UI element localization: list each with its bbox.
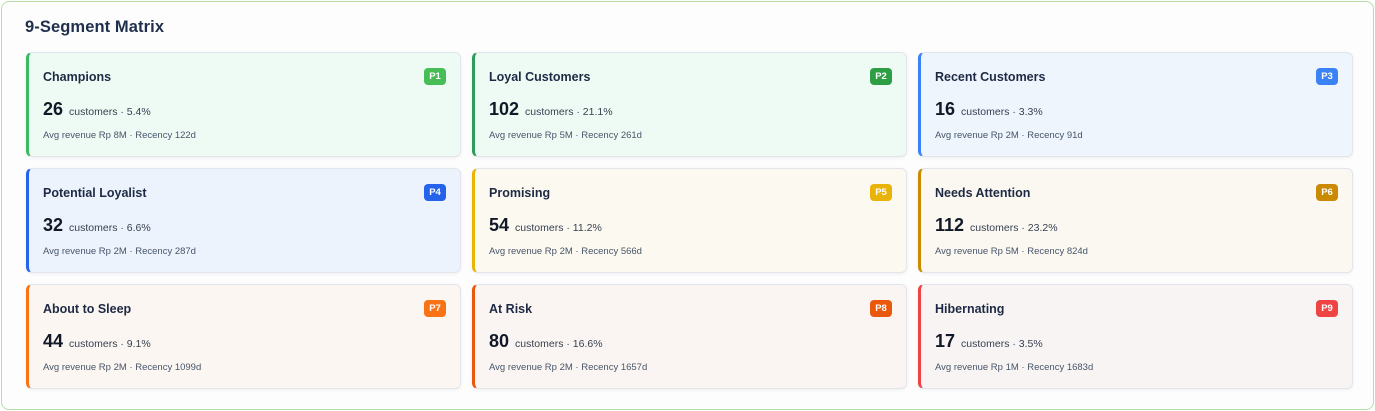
priority-badge: P7 (424, 300, 446, 317)
segment-detail: Avg revenue Rp 2M · Recency 91d (935, 130, 1083, 141)
segment-card-at-risk[interactable]: At Risk P8 80 customers · 16.6% Avg reven… (472, 284, 907, 389)
segment-detail: Avg revenue Rp 2M · Recency 566d (489, 246, 642, 257)
priority-badge: P6 (1316, 184, 1338, 201)
segment-name: Potential Loyalist (43, 186, 147, 200)
customer-share: customers · 23.2% (970, 222, 1058, 234)
segment-name: Hibernating (935, 302, 1005, 316)
customer-share: customers · 9.1% (69, 338, 151, 350)
segment-stats: 54 customers · 11.2% (489, 215, 602, 236)
segment-card-needs-attention[interactable]: Needs Attention P6 112 customers · 23.2% … (918, 168, 1353, 273)
segment-name: Champions (43, 70, 112, 84)
customer-count: 44 (43, 331, 64, 351)
priority-badge: P5 (870, 184, 892, 201)
segment-detail: Avg revenue Rp 2M · Recency 1657d (489, 362, 648, 373)
segment-stats: 80 customers · 16.6% (489, 331, 603, 352)
segment-name: Needs Attention (935, 186, 1031, 200)
segment-stats: 112 customers · 23.2% (935, 215, 1058, 236)
segment-card-hibernating[interactable]: Hibernating P9 17 customers · 3.5% Avg re… (918, 284, 1353, 389)
priority-badge: P1 (424, 68, 446, 85)
segment-stats: 32 customers · 6.6% (43, 215, 151, 236)
segment-stats: 44 customers · 9.1% (43, 331, 151, 352)
segment-card-recent-customers[interactable]: Recent Customers P3 16 customers · 3.3% A… (918, 52, 1353, 157)
segment-matrix-panel: 9-Segment Matrix Champions P1 26 customer… (1, 1, 1374, 410)
priority-badge: P3 (1316, 68, 1338, 85)
segment-card-loyal-customers[interactable]: Loyal Customers P2 102 customers · 21.1% … (472, 52, 907, 157)
customer-count: 16 (935, 99, 956, 119)
customer-share: customers · 3.3% (961, 106, 1043, 118)
panel-title: 9-Segment Matrix (25, 18, 165, 36)
customer-share: customers · 11.2% (515, 222, 602, 234)
customer-count: 26 (43, 99, 64, 119)
segment-card-promising[interactable]: Promising P5 54 customers · 11.2% Avg rev… (472, 168, 907, 273)
segment-stats: 102 customers · 21.1% (489, 99, 613, 120)
segment-detail: Avg revenue Rp 8M · Recency 122d (43, 130, 196, 141)
segment-name: Recent Customers (935, 70, 1046, 84)
priority-badge: P4 (424, 184, 446, 201)
segment-detail: Avg revenue Rp 5M · Recency 261d (489, 130, 642, 141)
segment-name: At Risk (489, 302, 533, 316)
segment-card-champions[interactable]: Champions P1 26 customers · 5.4% Avg reve… (26, 52, 461, 157)
customer-share: customers · 16.6% (515, 338, 603, 350)
priority-badge: P9 (1316, 300, 1338, 317)
segment-name: Loyal Customers (489, 70, 591, 84)
customer-share: customers · 21.1% (525, 106, 613, 118)
segment-stats: 17 customers · 3.5% (935, 331, 1043, 352)
customer-share: customers · 3.5% (961, 338, 1043, 350)
segment-card-potential-loyalist[interactable]: Potential Loyalist P4 32 customers · 6.6%… (26, 168, 461, 273)
priority-badge: P8 (870, 300, 892, 317)
segment-grid: Champions P1 26 customers · 5.4% Avg reve… (26, 52, 1354, 389)
segment-stats: 16 customers · 3.3% (935, 99, 1043, 120)
customer-count: 17 (935, 331, 956, 351)
segment-card-about-to-sleep[interactable]: About to Sleep P7 44 customers · 9.1% Avg… (26, 284, 461, 389)
customer-share: customers · 5.4% (69, 106, 151, 118)
customer-count: 112 (935, 215, 965, 235)
segment-detail: Avg revenue Rp 5M · Recency 824d (935, 246, 1088, 257)
segment-name: Promising (489, 186, 551, 200)
customer-count: 32 (43, 215, 64, 235)
segment-detail: Avg revenue Rp 1M · Recency 1683d (935, 362, 1094, 373)
segment-stats: 26 customers · 5.4% (43, 99, 151, 120)
customer-count: 80 (489, 331, 510, 351)
customer-count: 54 (489, 215, 510, 235)
customer-share: customers · 6.6% (69, 222, 151, 234)
segment-detail: Avg revenue Rp 2M · Recency 287d (43, 246, 196, 257)
customer-count: 102 (489, 99, 520, 119)
segment-name: About to Sleep (43, 302, 132, 316)
segment-detail: Avg revenue Rp 2M · Recency 1099d (43, 362, 202, 373)
priority-badge: P2 (870, 68, 892, 85)
